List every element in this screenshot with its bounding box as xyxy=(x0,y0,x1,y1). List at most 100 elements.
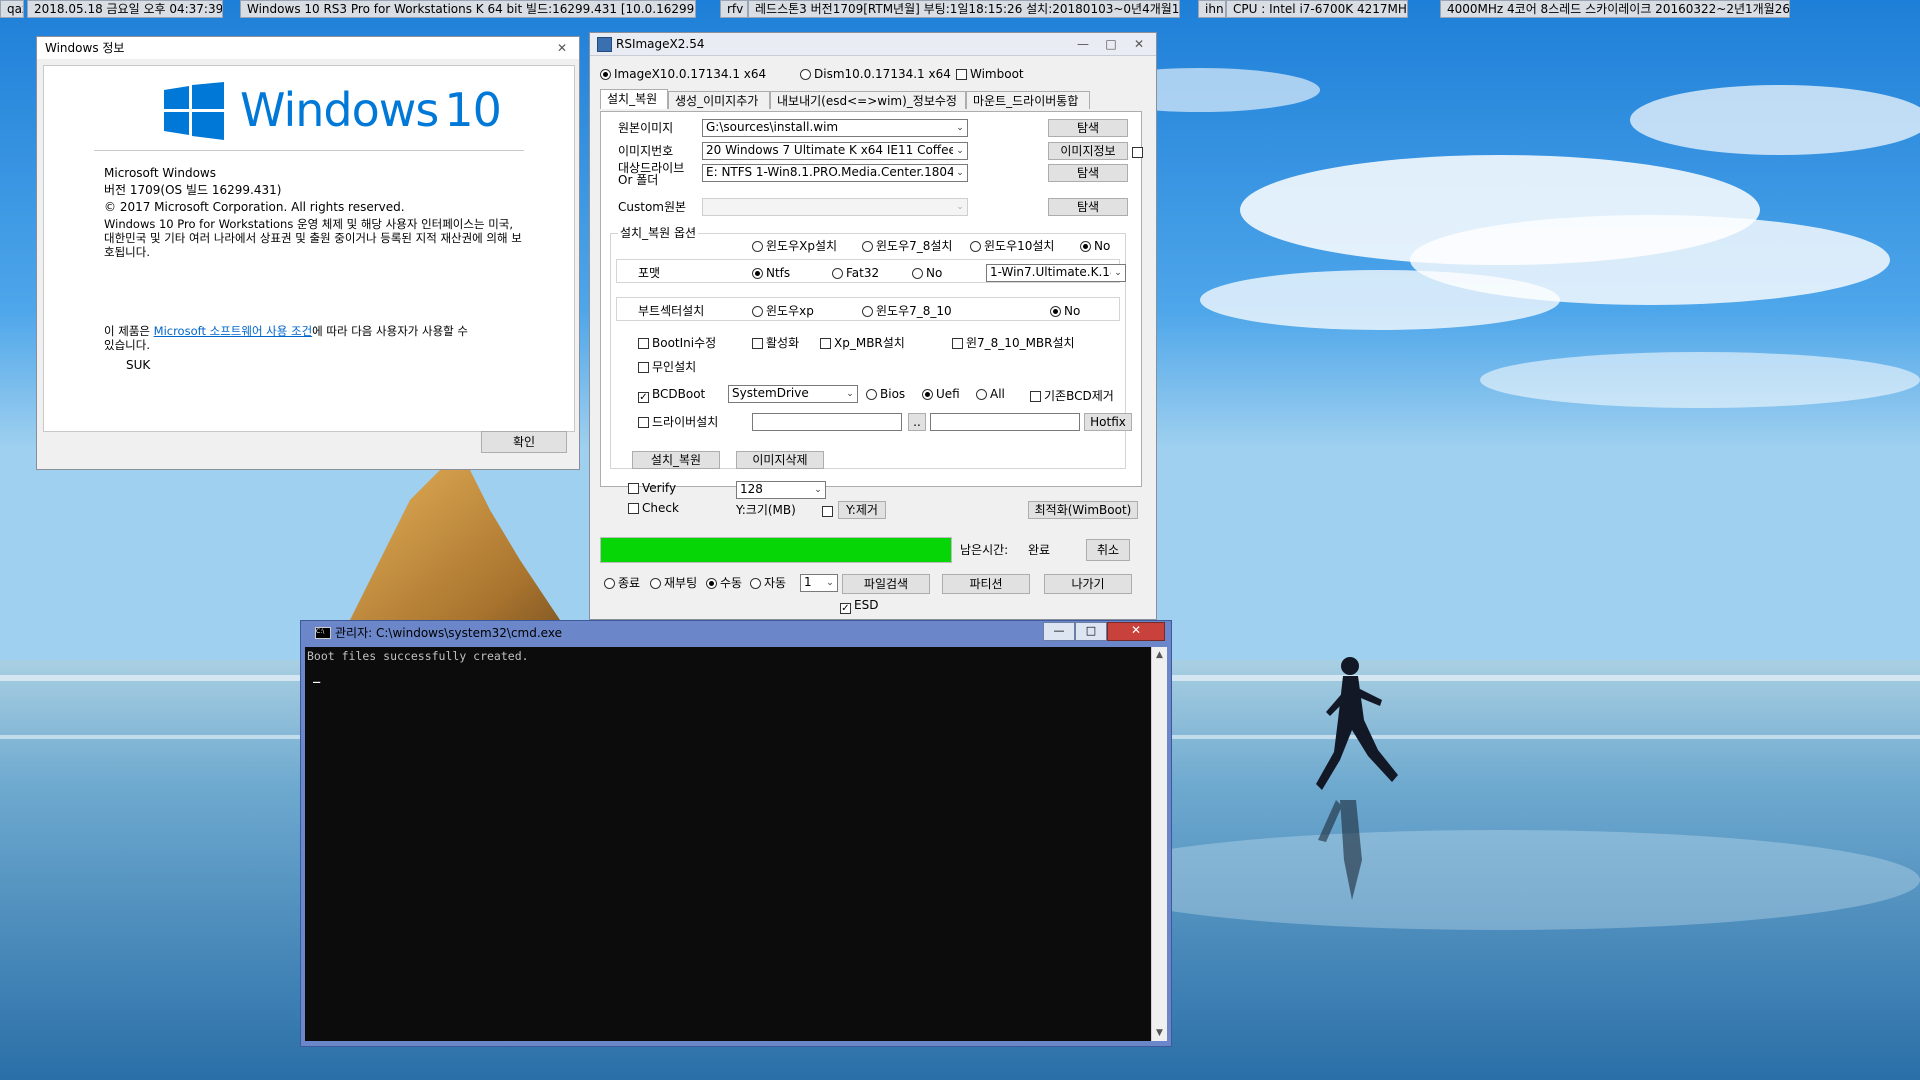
install-78-option[interactable]: 윈도우7_8설치 xyxy=(862,239,952,253)
bootini-checkbox[interactable] xyxy=(638,338,649,349)
hotfix-button[interactable]: Hotfix xyxy=(1084,413,1132,431)
xp-mbr-checkbox[interactable] xyxy=(820,338,831,349)
cmd-maximize-button[interactable]: □ xyxy=(1075,622,1107,641)
optimize-wimboot-button[interactable]: 최적화(WimBoot) xyxy=(1028,501,1138,519)
count-combo[interactable]: 1 ⌄ xyxy=(800,574,838,592)
cmd-console[interactable]: Boot files successfully created. _ xyxy=(305,647,1151,1041)
install-10-radio[interactable] xyxy=(970,241,981,252)
esd-checkbox[interactable]: ✓ xyxy=(840,603,851,614)
install-no-option[interactable]: No xyxy=(1080,239,1110,253)
image-index-combo[interactable]: 20 Windows 7 Ultimate K x64 IE11 Coffee … xyxy=(702,142,968,160)
verify-option[interactable]: Verify xyxy=(628,481,676,495)
browse-source-button[interactable]: 탐색 xyxy=(1048,119,1128,137)
format-no-radio[interactable] xyxy=(912,268,923,279)
volume-label-combo[interactable]: 1-Win7.Ultimate.K.180 ⌄ xyxy=(986,264,1126,282)
esd-option[interactable]: ✓ ESD xyxy=(840,598,878,614)
after-auto-radio[interactable] xyxy=(750,578,761,589)
cmd-scrollbar[interactable]: ▲ ▼ xyxy=(1151,647,1167,1041)
opt-dism[interactable]: Dism10.0.17134.1 x64 xyxy=(800,67,951,81)
after-exit-option[interactable]: 종료 xyxy=(604,576,640,590)
wimboot-checkbox[interactable] xyxy=(956,69,967,80)
format-ntfs-option[interactable]: Ntfs xyxy=(752,266,790,280)
imagex-radio[interactable] xyxy=(600,69,611,80)
xp-mbr-option[interactable]: Xp_MBR설치 xyxy=(820,336,905,350)
install-xp-radio[interactable] xyxy=(752,241,763,252)
rs-maximize-button[interactable]: □ xyxy=(1098,35,1124,53)
activate-option[interactable]: 활성화 xyxy=(752,336,799,350)
format-fat32-option[interactable]: Fat32 xyxy=(832,266,879,280)
install-78-radio[interactable] xyxy=(862,241,873,252)
tab-create-add[interactable]: 생성_이미지추가 xyxy=(668,91,770,109)
format-ntfs-radio[interactable] xyxy=(752,268,763,279)
bcd-drive-combo[interactable]: SystemDrive ⌄ xyxy=(728,385,858,403)
rs-close-button[interactable]: ✕ xyxy=(1126,35,1152,53)
uefi-option[interactable]: Uefi xyxy=(922,387,960,401)
dism-radio[interactable] xyxy=(800,69,811,80)
partition-button[interactable]: 파티션 xyxy=(942,574,1030,594)
scroll-up-icon[interactable]: ▲ xyxy=(1152,647,1167,663)
cmd-minimize-button[interactable]: — xyxy=(1043,622,1075,641)
boot-78-radio[interactable] xyxy=(862,306,873,317)
bootini-option[interactable]: BootIni수정 xyxy=(638,336,716,350)
boot-no-radio[interactable] xyxy=(1050,306,1061,317)
install-xp-option[interactable]: 윈도우Xp설치 xyxy=(752,239,837,253)
delete-image-button[interactable]: 이미지삭제 xyxy=(736,451,824,469)
boot-78-option[interactable]: 윈도우7_8_10 xyxy=(862,304,952,318)
exit-button[interactable]: 나가기 xyxy=(1044,574,1132,594)
check-option[interactable]: Check xyxy=(628,501,679,515)
activate-checkbox[interactable] xyxy=(752,338,763,349)
verify-checkbox[interactable] xyxy=(628,483,639,494)
browse-custom-button[interactable]: 탐색 xyxy=(1048,198,1128,216)
unattend-checkbox[interactable] xyxy=(638,362,649,373)
driver-install-option[interactable]: 드라이버설치 xyxy=(638,415,718,429)
license-terms-link[interactable]: Microsoft 소프트웨어 사용 조건 xyxy=(154,324,313,338)
check-checkbox[interactable] xyxy=(628,503,639,514)
remove-bcd-checkbox[interactable] xyxy=(1030,391,1041,402)
cancel-button[interactable]: 취소 xyxy=(1086,539,1130,561)
source-image-combo[interactable]: G:\sources\install.wim ⌄ xyxy=(702,119,968,137)
after-auto-option[interactable]: 자동 xyxy=(750,576,786,590)
rs-minimize-button[interactable]: — xyxy=(1070,35,1096,53)
driver-path-input[interactable] xyxy=(752,413,902,431)
all-option[interactable]: All xyxy=(976,387,1005,401)
remove-bcd-option[interactable]: 기존BCD제거 xyxy=(1030,389,1114,403)
bios-option[interactable]: Bios xyxy=(866,387,905,401)
after-exit-radio[interactable] xyxy=(604,578,615,589)
boot-xp-radio[interactable] xyxy=(752,306,763,317)
after-manual-radio[interactable] xyxy=(706,578,717,589)
driver-install-checkbox[interactable] xyxy=(638,417,649,428)
bcdboot-checkbox[interactable]: ✓ xyxy=(638,392,649,403)
hotfix-path-input[interactable] xyxy=(930,413,1080,431)
install-restore-button[interactable]: 설치_복원 xyxy=(632,451,720,469)
y-remove-button[interactable]: Y:제거 xyxy=(838,501,886,519)
driver-browse-button[interactable]: .. xyxy=(908,413,926,431)
browse-target-button[interactable]: 탐색 xyxy=(1048,164,1128,182)
opt-wimboot[interactable]: Wimboot xyxy=(956,67,1024,81)
tab-mount-driver[interactable]: 마운트_드라이버통합 xyxy=(966,91,1090,109)
format-no-option[interactable]: No xyxy=(912,266,942,280)
boot-no-option[interactable]: No xyxy=(1050,304,1080,318)
image-info-checkbox[interactable] xyxy=(1132,147,1143,158)
install-10-option[interactable]: 윈도우10설치 xyxy=(970,239,1054,253)
custom-source-combo[interactable]: ⌄ xyxy=(702,198,968,216)
all-radio[interactable] xyxy=(976,389,987,400)
tab-install-restore[interactable]: 설치_복원 xyxy=(600,89,668,109)
win7-mbr-option[interactable]: 윈7_8_10_MBR설치 xyxy=(952,336,1075,350)
install-no-radio[interactable] xyxy=(1080,241,1091,252)
after-manual-option[interactable]: 수동 xyxy=(706,576,742,590)
win7-mbr-checkbox[interactable] xyxy=(952,338,963,349)
image-info-button[interactable]: 이미지정보 xyxy=(1048,142,1128,160)
cmd-close-button[interactable]: ✕ xyxy=(1107,622,1165,641)
target-drive-combo[interactable]: E: NTFS 1-Win8.1.PRO.Media.Center.180427… xyxy=(702,164,968,182)
y-remove-checkbox[interactable] xyxy=(822,506,833,517)
unattend-option[interactable]: 무인설치 xyxy=(638,360,696,374)
ok-button[interactable]: 확인 xyxy=(481,431,567,453)
scroll-down-icon[interactable]: ▼ xyxy=(1152,1025,1167,1041)
bcdboot-option[interactable]: ✓ BCDBoot xyxy=(638,387,705,403)
after-reboot-radio[interactable] xyxy=(650,578,661,589)
bios-radio[interactable] xyxy=(866,389,877,400)
file-search-button[interactable]: 파일검색 xyxy=(842,574,930,594)
format-fat32-radio[interactable] xyxy=(832,268,843,279)
boot-xp-option[interactable]: 윈도우xp xyxy=(752,304,814,318)
after-reboot-option[interactable]: 재부팅 xyxy=(650,576,697,590)
